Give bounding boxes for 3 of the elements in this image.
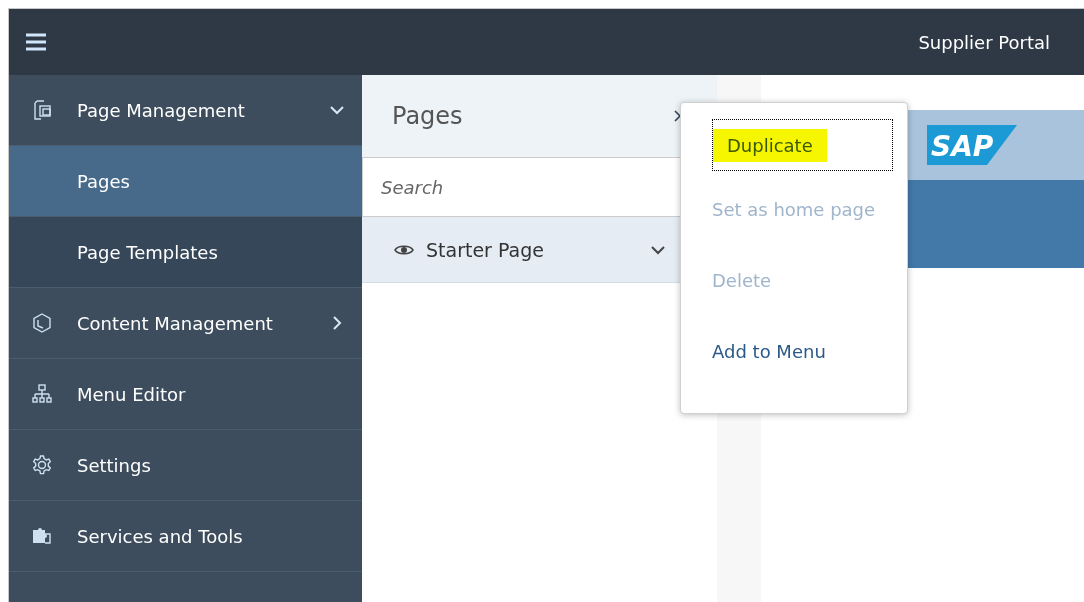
panel-title: Pages [392,102,463,130]
portal-title: Supplier Portal [918,31,1050,53]
sap-logo: SAP [927,125,1017,165]
